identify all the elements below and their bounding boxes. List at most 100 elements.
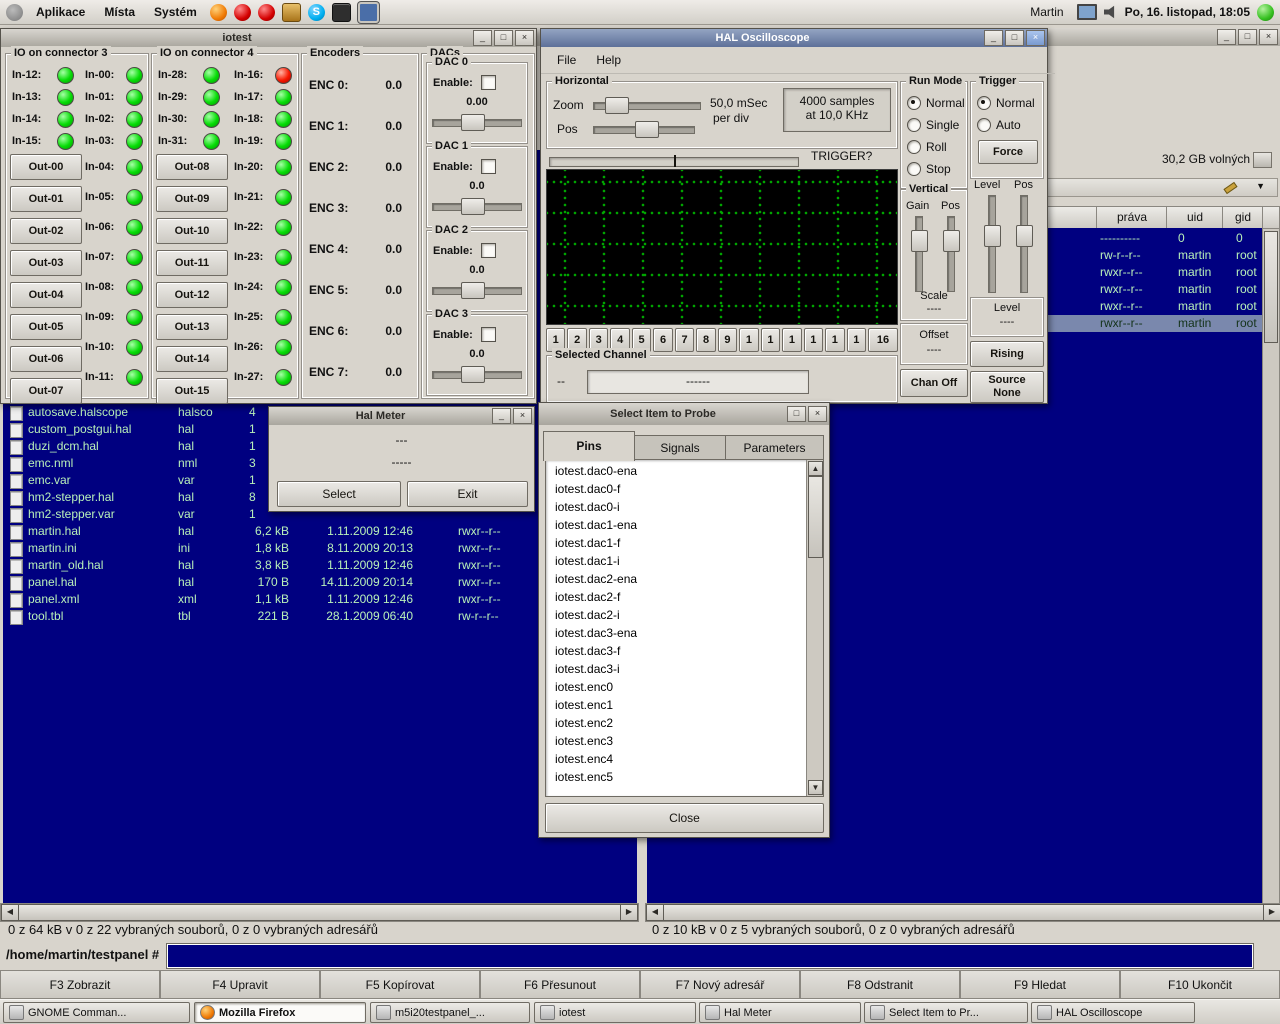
- oscilloscope-titlebar[interactable]: HAL Oscilloscope _ □ ×: [541, 29, 1047, 47]
- channel-button-10[interactable]: 1: [739, 328, 758, 352]
- channel-button-13[interactable]: 1: [804, 328, 823, 352]
- drive-icon[interactable]: [1253, 152, 1272, 168]
- probe-list-item[interactable]: iotest.dac1-i: [547, 552, 805, 570]
- fm-right-hscrollbar[interactable]: ◀ ▶: [645, 903, 1280, 922]
- out-button[interactable]: Out-10: [156, 218, 228, 244]
- volume-tray-icon[interactable]: [1104, 5, 1118, 19]
- channel-button-6[interactable]: 6: [653, 328, 672, 352]
- package-launcher-icon-1[interactable]: [234, 4, 251, 21]
- clock-applet[interactable]: Po, 16. listopad, 18:05: [1125, 5, 1250, 19]
- fkey-f5-copy[interactable]: F5 Kopírovat: [320, 970, 480, 999]
- scrollbar-thumb[interactable]: [808, 476, 823, 558]
- fkey-f9-search[interactable]: F9 Hledat: [960, 970, 1120, 999]
- channel-button-15[interactable]: 1: [847, 328, 866, 352]
- taskbar-item-hal-meter[interactable]: Hal Meter: [699, 1002, 861, 1023]
- trigger-position-tick[interactable]: [674, 155, 676, 167]
- taskbar-item-firefox[interactable]: Mozilla Firefox: [194, 1002, 366, 1023]
- dac-enable-checkbox[interactable]: [481, 327, 496, 342]
- zoom-slider-thumb[interactable]: [605, 97, 629, 114]
- gnome-menu-icon[interactable]: [6, 4, 23, 21]
- radio-run-single[interactable]: Single: [901, 114, 967, 136]
- out-button[interactable]: Out-06: [10, 346, 82, 372]
- close-button[interactable]: Close: [545, 803, 824, 833]
- out-button[interactable]: Out-15: [156, 378, 228, 404]
- dac-slider-thumb[interactable]: [461, 282, 485, 299]
- firefox-launcher-icon[interactable]: [210, 4, 227, 21]
- trigger-pos-slider-thumb[interactable]: [1016, 225, 1033, 247]
- probe-list-item[interactable]: iotest.dac3-i: [547, 660, 805, 678]
- maximize-icon[interactable]: □: [787, 406, 806, 422]
- fkey-f6-move[interactable]: F6 Přesunout: [480, 970, 640, 999]
- out-button[interactable]: Out-12: [156, 282, 228, 308]
- probe-list-item[interactable]: iotest.enc2: [547, 714, 805, 732]
- pos-slider-thumb[interactable]: [635, 121, 659, 138]
- vertical-pos-slider-thumb[interactable]: [943, 230, 960, 252]
- out-button[interactable]: Out-11: [156, 250, 228, 276]
- probe-list-item[interactable]: iotest.dac1-ena: [547, 516, 805, 534]
- fkey-f8-delete[interactable]: F8 Odstranit: [800, 970, 960, 999]
- scroll-left-icon[interactable]: ◀: [1, 904, 19, 921]
- radio-run-roll[interactable]: Roll: [901, 136, 967, 158]
- scroll-down-icon[interactable]: ▼: [808, 780, 823, 795]
- channel-button-12[interactable]: 1: [782, 328, 801, 352]
- minimize-icon[interactable]: _: [1217, 29, 1236, 45]
- iotest-titlebar[interactable]: iotest _ □ ×: [1, 29, 536, 47]
- out-button[interactable]: Out-07: [10, 378, 82, 404]
- menu-places[interactable]: Místa: [98, 3, 141, 21]
- force-button[interactable]: Force: [978, 140, 1038, 164]
- menu-applications[interactable]: Aplikace: [30, 3, 91, 21]
- probe-list-item[interactable]: iotest.enc0: [547, 678, 805, 696]
- probe-list-item[interactable]: iotest.enc4: [547, 750, 805, 768]
- tab-parameters[interactable]: Parameters: [725, 435, 824, 460]
- out-button[interactable]: Out-01: [10, 186, 82, 212]
- scroll-right-icon[interactable]: ▶: [1263, 904, 1280, 921]
- fm-col-header-prava[interactable]: práva: [1096, 206, 1168, 230]
- out-button[interactable]: Out-02: [10, 218, 82, 244]
- dac-enable-checkbox[interactable]: [481, 243, 496, 258]
- menu-file[interactable]: File: [549, 51, 584, 69]
- close-icon[interactable]: ×: [1026, 30, 1045, 46]
- minimize-icon[interactable]: _: [984, 30, 1003, 46]
- scroll-up-icon[interactable]: ▲: [808, 461, 823, 476]
- probe-list-scrollbar[interactable]: ▲ ▼: [806, 460, 823, 796]
- menu-system[interactable]: Systém: [148, 3, 203, 21]
- probe-list-item[interactable]: iotest.dac1-f: [547, 534, 805, 552]
- dac-slider-thumb[interactable]: [461, 366, 485, 383]
- trigger-position-bar[interactable]: [549, 157, 799, 167]
- channel-button-7[interactable]: 7: [675, 328, 694, 352]
- fkey-f10-quit[interactable]: F10 Ukončit: [1120, 970, 1280, 999]
- tools-launcher-icon[interactable]: [282, 3, 301, 22]
- fm-left-hscrollbar[interactable]: ◀ ▶: [0, 903, 639, 922]
- radio-run-stop[interactable]: Stop: [901, 158, 967, 180]
- dac-slider-thumb[interactable]: [461, 198, 485, 215]
- out-button[interactable]: Out-08: [156, 154, 228, 180]
- menu-help[interactable]: Help: [588, 51, 629, 69]
- scroll-left-icon[interactable]: ◀: [646, 904, 664, 921]
- probe-list-item[interactable]: iotest.enc1: [547, 696, 805, 714]
- probe-list-item[interactable]: iotest.enc3: [547, 732, 805, 750]
- out-button[interactable]: Out-05: [10, 314, 82, 340]
- taskbar-item-iotest[interactable]: iotest: [534, 1002, 696, 1023]
- exit-button[interactable]: Exit: [407, 481, 528, 507]
- taskbar-item-gnome-commander[interactable]: GNOME Comman...: [3, 1002, 190, 1023]
- fkey-f3-view[interactable]: F3 Zobrazit: [0, 970, 160, 999]
- fm-right-vscrollbar[interactable]: [1262, 228, 1280, 905]
- radio-trigger-normal[interactable]: Normal: [971, 92, 1043, 114]
- probe-list-item[interactable]: iotest.dac2-f: [547, 588, 805, 606]
- minimize-icon[interactable]: _: [473, 30, 492, 46]
- scrollbar-thumb[interactable]: [1264, 231, 1278, 343]
- maximize-icon[interactable]: □: [1238, 29, 1257, 45]
- probe-list-item[interactable]: iotest.dac3-f: [547, 642, 805, 660]
- vertical-pos-slider[interactable]: [947, 216, 955, 292]
- skype-launcher-icon[interactable]: S: [308, 4, 325, 21]
- rising-button[interactable]: Rising: [970, 341, 1044, 367]
- probe-list-item[interactable]: iotest.dac2-ena: [547, 570, 805, 588]
- channel-button-11[interactable]: 1: [761, 328, 780, 352]
- channel-button-8[interactable]: 8: [696, 328, 715, 352]
- channel-button-14[interactable]: 1: [825, 328, 844, 352]
- probe-list-item[interactable]: iotest.dac2-i: [547, 606, 805, 624]
- scrollbar-thumb[interactable]: [18, 904, 622, 921]
- fm-col-header-gid[interactable]: gid: [1222, 206, 1264, 230]
- close-icon[interactable]: ×: [1259, 29, 1278, 45]
- out-button[interactable]: Out-14: [156, 346, 228, 372]
